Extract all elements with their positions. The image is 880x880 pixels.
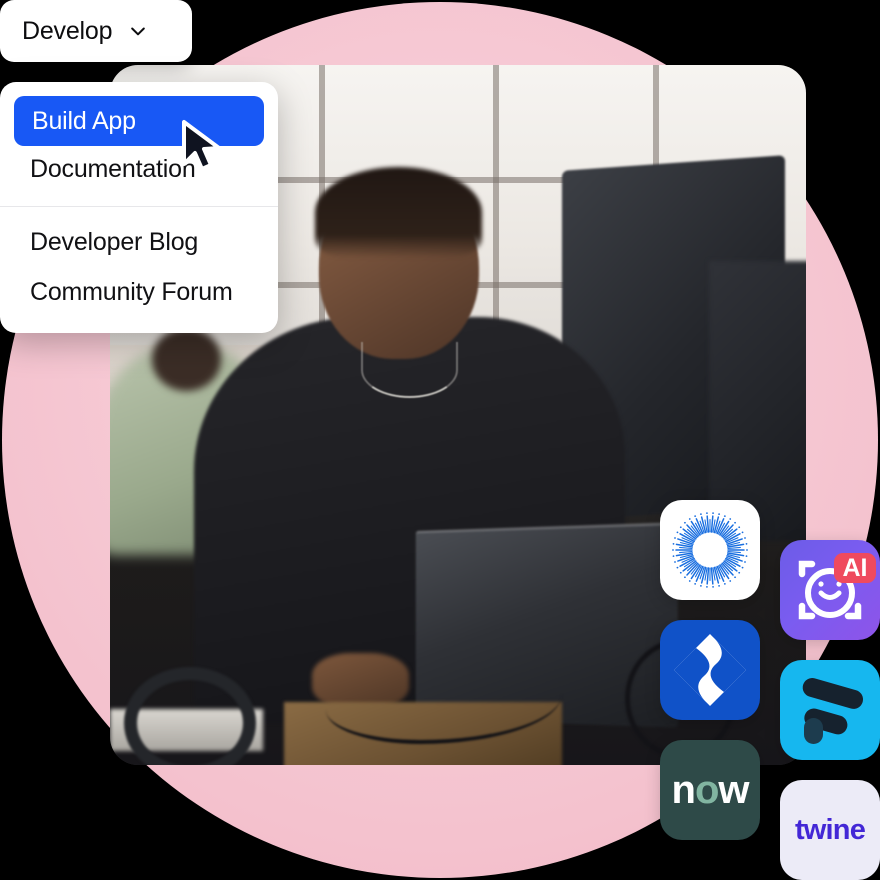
- menu-item-label: Community Forum: [30, 277, 233, 306]
- develop-button-label: Develop: [22, 16, 113, 45]
- photo-subject-necklace: [360, 341, 458, 398]
- radial-sunburst-icon[interactable]: [660, 500, 760, 600]
- twine-icon[interactable]: twine: [780, 780, 880, 880]
- menu-item-community-forum[interactable]: Community Forum: [0, 269, 278, 315]
- twine-label: twine: [794, 813, 866, 846]
- servicenow-icon[interactable]: now: [660, 740, 760, 840]
- ai-badge-label: AI: [843, 554, 868, 582]
- photo-monitor-secondary: [708, 261, 806, 541]
- menu-item-documentation[interactable]: Documentation: [0, 146, 278, 192]
- screenshot-stage: Develop Build App Documentation Develope…: [0, 0, 880, 880]
- menu-item-build-app[interactable]: Build App: [14, 96, 264, 146]
- menu-item-label: Build App: [32, 106, 136, 135]
- photo-background-person-head: [151, 327, 222, 391]
- menu-item-developer-blog[interactable]: Developer Blog: [0, 219, 278, 265]
- menu-item-label: Developer Blog: [30, 227, 199, 256]
- ai-face-scan-icon[interactable]: AI: [780, 540, 880, 640]
- develop-dropdown-menu[interactable]: Build App Documentation Developer Blog C…: [0, 82, 278, 333]
- menu-item-label: Documentation: [30, 154, 196, 183]
- jira-diamond-icon[interactable]: [660, 620, 760, 720]
- menu-divider: [0, 206, 278, 207]
- develop-dropdown-button[interactable]: Develop: [0, 0, 192, 62]
- photo-subject-hair: [315, 166, 483, 258]
- f-mark-icon[interactable]: [780, 660, 880, 760]
- servicenow-label: now: [671, 767, 750, 812]
- chevron-down-icon: [128, 21, 148, 41]
